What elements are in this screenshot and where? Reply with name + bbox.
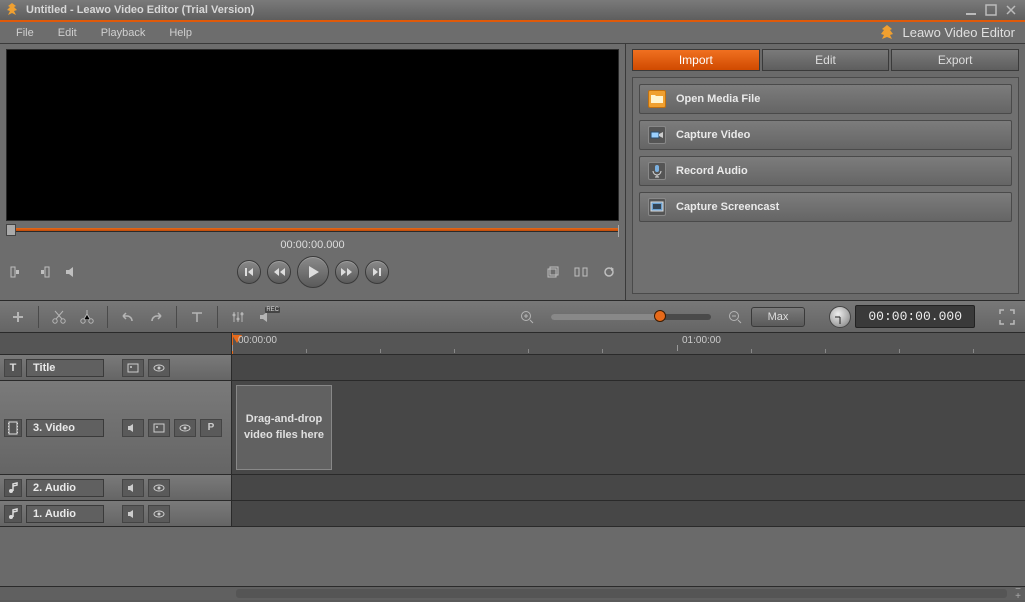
folder-icon [648,90,666,108]
video-track-fx-button[interactable] [148,419,170,437]
title-track-label: Title [26,359,104,377]
capture-video-label: Capture Video [676,129,750,141]
timeline-hscrollbar[interactable] [236,589,1007,598]
right-tabs: Import Edit Export [632,49,1019,71]
app-icon [4,2,20,18]
track-audio-2: 2. Audio [0,475,1025,501]
preview-panel: 00:00:00.000 [0,44,626,300]
capture-video-button[interactable]: Capture Video [639,120,1012,150]
close-button[interactable] [1001,2,1021,18]
tab-import[interactable]: Import [632,49,760,71]
zoom-slider[interactable] [551,314,711,320]
preview-timecode: 00:00:00.000 [280,239,344,251]
loop-icon[interactable] [599,262,619,282]
preview-seek-slider[interactable] [6,225,619,235]
capture-screencast-button[interactable]: Capture Screencast [639,192,1012,222]
audio2-track-icon [4,479,22,497]
menu-help[interactable]: Help [159,24,202,42]
tab-export[interactable]: Export [891,49,1019,71]
video-track-label: 3. Video [26,419,104,437]
timeline-ruler[interactable]: 00:00:00 01:00:00 [0,333,1025,355]
zoom-max-button[interactable]: Max [751,307,806,327]
audio2-track-content[interactable] [232,475,1025,500]
audio2-track-visible-button[interactable] [148,479,170,497]
screencast-icon [648,198,666,216]
title-track-visible-button[interactable] [148,359,170,377]
window-title: Untitled - Leawo Video Editor (Trial Ver… [26,4,254,16]
open-media-file-label: Open Media File [676,93,760,105]
track-video: 3. Video P Drag-and-drop video files her… [0,381,1025,475]
titlebar: Untitled - Leawo Video Editor (Trial Ver… [0,0,1025,22]
record-audio-label: Record Audio [676,165,748,177]
ruler-marker-1: 01:00:00 [682,335,721,346]
import-actions: Open Media File Capture Video Record Aud… [632,77,1019,294]
go-end-button[interactable] [365,260,389,284]
text-tool-button[interactable] [185,305,209,329]
right-panel: Import Edit Export Open Media File Captu… [626,44,1025,300]
audio1-track-content[interactable] [232,501,1025,526]
ruler-marker-0: 00:00:00 [238,335,277,346]
volume-icon[interactable] [62,262,82,282]
audio2-track-label: 2. Audio [26,479,104,497]
effects-button[interactable] [226,305,250,329]
menubar: File Edit Playback Help [0,24,202,42]
microphone-icon [648,162,666,180]
menu-playback[interactable]: Playback [91,24,156,42]
video-track-content[interactable]: Drag-and-drop video files here [232,381,1025,474]
voiceover-button[interactable]: REC [254,305,278,329]
zoom-out-button[interactable] [723,305,747,329]
menu-file[interactable]: File [6,24,44,42]
brand-label: Leawo Video Editor [902,25,1015,40]
cut-button[interactable] [47,305,71,329]
timeline-scrollbar-row: − + [0,586,1025,600]
video-track-mute-button[interactable] [122,419,144,437]
brand: Leawo Video Editor [878,24,1025,42]
step-back-button[interactable] [267,260,291,284]
video-track-icon [4,419,22,437]
audio1-track-visible-button[interactable] [148,505,170,523]
track-title: T Title [0,355,1025,381]
title-track-content[interactable] [232,355,1025,380]
toolbar-timecode: 00:00:00.000 [855,305,975,328]
minimize-button[interactable] [961,2,981,18]
undo-button[interactable] [116,305,140,329]
timeline-toolbar: REC Max 00:00:00.000 [0,301,1025,333]
snapshot-icon[interactable] [543,262,563,282]
video-drop-hint[interactable]: Drag-and-drop video files here [236,385,332,470]
audio1-track-icon [4,505,22,523]
split-icon[interactable] [571,262,591,282]
audio1-track-mute-button[interactable] [122,505,144,523]
add-track-button[interactable] [6,305,30,329]
zoom-in-button[interactable] [515,305,539,329]
track-audio-1: 1. Audio [0,501,1025,527]
fullscreen-button[interactable] [995,305,1019,329]
go-start-button[interactable] [237,260,261,284]
mark-in-icon[interactable] [6,262,26,282]
video-track-properties-button[interactable]: P [200,419,222,437]
timeline: 00:00:00 01:00:00 T Title 3. Video [0,333,1025,600]
menu-edit[interactable]: Edit [48,24,87,42]
tab-edit[interactable]: Edit [762,49,890,71]
camcorder-icon [648,126,666,144]
redo-button[interactable] [144,305,168,329]
step-forward-button[interactable] [335,260,359,284]
open-media-file-button[interactable]: Open Media File [639,84,1012,114]
video-track-visible-button[interactable] [174,419,196,437]
capture-screencast-label: Capture Screencast [676,201,779,213]
preview-viewport[interactable] [6,49,619,221]
title-track-icon: T [4,359,22,377]
tracks-expand-button[interactable]: + [1015,594,1021,600]
brand-icon [878,24,896,42]
mark-out-icon[interactable] [34,262,54,282]
split-button[interactable] [75,305,99,329]
audio1-track-label: 1. Audio [26,505,104,523]
menubar-row: File Edit Playback Help Leawo Video Edit… [0,22,1025,44]
clock-icon [829,306,851,328]
title-track-fx-button[interactable] [122,359,144,377]
record-audio-button[interactable]: Record Audio [639,156,1012,186]
play-button[interactable] [297,256,329,288]
audio2-track-mute-button[interactable] [122,479,144,497]
preview-controls [6,253,619,291]
maximize-button[interactable] [981,2,1001,18]
